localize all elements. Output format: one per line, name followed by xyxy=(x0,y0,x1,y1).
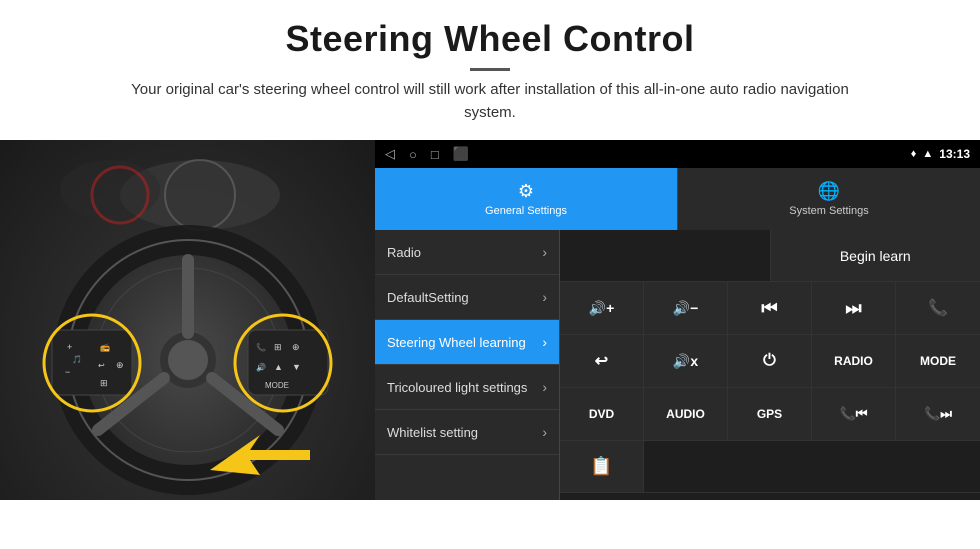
menu-tricoloured-label: Tricoloured light settings xyxy=(387,380,527,395)
audio-label: AUDIO xyxy=(666,407,705,421)
menu-defaultsetting-label: DefaultSetting xyxy=(387,290,469,305)
svg-text:▼: ▼ xyxy=(292,362,301,372)
menu-defaultsetting[interactable]: DefaultSetting › xyxy=(375,275,559,320)
chevron-icon: › xyxy=(542,289,547,305)
svg-text:🎵: 🎵 xyxy=(72,355,82,364)
home-icon[interactable]: ○ xyxy=(409,147,417,162)
header-subtitle: Your original car's steering wheel contr… xyxy=(110,79,870,124)
control-panel: Begin learn 🔊+ 🔊− ⏮ ⏭ xyxy=(560,230,980,500)
svg-text:📞: 📞 xyxy=(256,342,266,352)
menu-radio-label: Radio xyxy=(387,245,421,260)
hangup-icon: ↩ xyxy=(595,351,608,371)
vol-down-button[interactable]: 🔊− xyxy=(644,282,728,334)
tab-general[interactable]: ⚙ General Settings xyxy=(375,168,677,230)
tab-system-label: System Settings xyxy=(789,205,868,217)
content-area: Radio › DefaultSetting › Steering Wheel … xyxy=(375,230,980,500)
clock: 13:13 xyxy=(939,147,970,161)
page-header: Steering Wheel Control Your original car… xyxy=(0,0,980,136)
phone-prev-button[interactable]: 📞⏮ xyxy=(812,388,896,440)
dvd-button[interactable]: DVD xyxy=(560,388,644,440)
dvd-label: DVD xyxy=(589,407,614,421)
system-settings-icon: 🌐 xyxy=(818,181,840,202)
phone-prev-icon: 📞⏮ xyxy=(840,406,868,422)
chevron-icon: › xyxy=(542,379,547,395)
next-button[interactable]: ⏭ xyxy=(812,282,896,334)
control-row-2: ↩ 🔊x ⏻ RADIO MODE xyxy=(560,335,980,388)
menu-steering-wheel[interactable]: Steering Wheel learning › xyxy=(375,320,559,365)
back-icon[interactable]: ◁ xyxy=(385,146,395,162)
top-control-row: Begin learn xyxy=(560,230,980,282)
svg-text:📻: 📻 xyxy=(100,343,110,352)
chevron-icon: › xyxy=(542,334,547,350)
svg-text:🔊: 🔊 xyxy=(256,362,266,372)
svg-text:MODE: MODE xyxy=(265,381,289,390)
header-divider xyxy=(470,68,510,71)
nav-icons: ◁ ○ □ ⬛ xyxy=(385,146,469,162)
screenshot-icon[interactable]: ⬛ xyxy=(453,146,469,162)
svg-text:+: + xyxy=(67,342,72,352)
menu-radio[interactable]: Radio › xyxy=(375,230,559,275)
audio-button[interactable]: AUDIO xyxy=(644,388,728,440)
list-button[interactable]: 📋 xyxy=(560,441,644,492)
menu-whitelist-label: Whitelist setting xyxy=(387,425,478,440)
vol-up-icon: 🔊+ xyxy=(589,300,615,317)
phone-icon: 📞 xyxy=(928,298,948,318)
svg-text:↩: ↩ xyxy=(98,361,105,370)
menu-panel: Radio › DefaultSetting › Steering Wheel … xyxy=(375,230,560,500)
head-unit: ◁ ○ □ ⬛ ♦ ▲ 13:13 ⚙ General Settings 🌐 S… xyxy=(375,140,980,500)
menu-whitelist[interactable]: Whitelist setting › xyxy=(375,410,559,455)
svg-text:⊞: ⊞ xyxy=(274,342,282,352)
gps-icon: ♦ xyxy=(911,148,917,160)
mute-icon: 🔊x xyxy=(673,353,698,370)
chevron-icon: › xyxy=(542,244,547,260)
power-icon: ⏻ xyxy=(763,352,776,370)
begin-learn-button[interactable]: Begin learn xyxy=(771,230,980,281)
signal-icon: ▲ xyxy=(922,148,933,160)
prev-button[interactable]: ⏮ xyxy=(728,282,812,334)
tab-general-label: General Settings xyxy=(485,205,567,217)
chevron-icon: › xyxy=(542,424,547,440)
radio-label: RADIO xyxy=(834,354,873,368)
status-right: ♦ ▲ 13:13 xyxy=(911,147,970,161)
power-button[interactable]: ⏻ xyxy=(728,335,812,387)
car-image-panel: + 🎵 − 📻 ↩ ⊞ ⊕ 📞 ⊞ ⊕ 🔊 ▲ ▼ MODE xyxy=(0,140,375,500)
menu-tricoloured[interactable]: Tricoloured light settings › xyxy=(375,365,559,410)
phone-button[interactable]: 📞 xyxy=(896,282,980,334)
prev-icon: ⏮ xyxy=(761,298,777,319)
svg-text:⊕: ⊕ xyxy=(292,342,300,352)
hangup-button[interactable]: ↩ xyxy=(560,335,644,387)
phone-next-button[interactable]: 📞⏭ xyxy=(896,388,980,440)
main-content: + 🎵 − 📻 ↩ ⊞ ⊕ 📞 ⊞ ⊕ 🔊 ▲ ▼ MODE xyxy=(0,140,980,500)
list-icon: 📋 xyxy=(590,456,612,477)
page-title: Steering Wheel Control xyxy=(60,18,920,60)
svg-text:⊕: ⊕ xyxy=(116,360,124,370)
status-bar: ◁ ○ □ ⬛ ♦ ▲ 13:13 xyxy=(375,140,980,168)
mode-button[interactable]: MODE xyxy=(896,335,980,387)
gps-button[interactable]: GPS xyxy=(728,388,812,440)
control-row-4: 📋 xyxy=(560,441,980,493)
tab-system[interactable]: 🌐 System Settings xyxy=(677,168,980,230)
recents-icon[interactable]: □ xyxy=(431,147,439,162)
control-row-1: 🔊+ 🔊− ⏮ ⏭ 📞 xyxy=(560,282,980,335)
radio-button[interactable]: RADIO xyxy=(812,335,896,387)
control-row-3: DVD AUDIO GPS 📞⏮ 📞⏭ xyxy=(560,388,980,441)
mode-label: MODE xyxy=(920,354,956,368)
svg-text:⊞: ⊞ xyxy=(100,378,108,388)
tab-bar: ⚙ General Settings 🌐 System Settings xyxy=(375,168,980,230)
gps-label: GPS xyxy=(757,407,782,421)
next-icon: ⏭ xyxy=(845,298,861,319)
general-settings-icon: ⚙ xyxy=(518,181,534,202)
steering-wheel-svg: + 🎵 − 📻 ↩ ⊞ ⊕ 📞 ⊞ ⊕ 🔊 ▲ ▼ MODE xyxy=(0,140,375,500)
svg-text:▲: ▲ xyxy=(274,362,283,372)
vol-up-button[interactable]: 🔊+ xyxy=(560,282,644,334)
vol-down-icon: 🔊− xyxy=(673,300,699,317)
mute-button[interactable]: 🔊x xyxy=(644,335,728,387)
svg-text:−: − xyxy=(65,367,70,377)
phone-next-icon: 📞⏭ xyxy=(924,406,952,422)
menu-steering-wheel-label: Steering Wheel learning xyxy=(387,335,526,350)
empty-slot xyxy=(560,230,771,281)
